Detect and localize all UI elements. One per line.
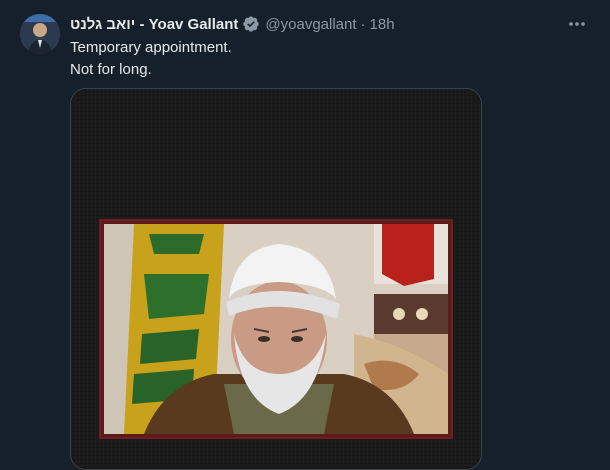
avatar-image [20, 14, 60, 54]
photo [104, 224, 448, 434]
tweet-text: Temporary appointment. Not for long. [70, 37, 232, 81]
tweet-header: יואב גלנט - Yoav Gallant @yoavgallant · … [70, 14, 395, 34]
separator: · [360, 15, 366, 33]
timestamp[interactable]: 18h [370, 16, 395, 33]
photo-frame [99, 219, 453, 439]
more-options-icon[interactable] [566, 14, 588, 34]
tweet-media[interactable] [70, 88, 482, 470]
avatar[interactable] [20, 14, 60, 54]
verified-badge-icon [242, 15, 260, 33]
tweet[interactable]: יואב גלנט - Yoav Gallant @yoavgallant · … [0, 0, 610, 470]
display-name[interactable]: יואב גלנט - Yoav Gallant [70, 16, 238, 33]
handle[interactable]: @yoavgallant [265, 16, 356, 33]
tweet-text-line: Not for long. [70, 61, 152, 78]
tweet-text-line: Temporary appointment. [70, 39, 232, 56]
